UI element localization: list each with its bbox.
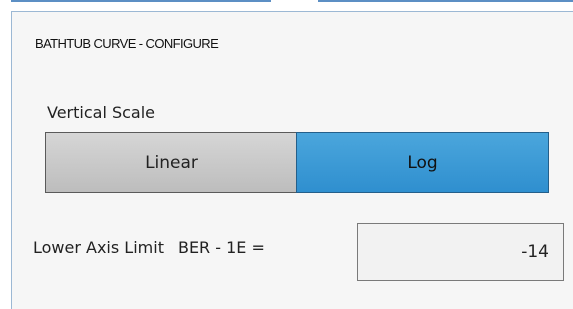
lower-axis-limit-field[interactable]: -14	[357, 223, 564, 281]
lower-axis-limit-text: Lower Axis Limit	[33, 238, 164, 257]
dialog-title: BATHTUB CURVE - CONFIGURE	[35, 36, 219, 51]
scale-linear-button[interactable]: Linear	[45, 132, 297, 193]
lower-axis-limit-label: Lower Axis Limit BER - 1E =	[33, 238, 265, 257]
scale-log-button[interactable]: Log	[296, 132, 549, 193]
ber-prefix: BER - 1E =	[177, 238, 265, 257]
lower-axis-limit-value: -14	[521, 242, 549, 262]
vertical-scale-label: Vertical Scale	[47, 103, 156, 122]
